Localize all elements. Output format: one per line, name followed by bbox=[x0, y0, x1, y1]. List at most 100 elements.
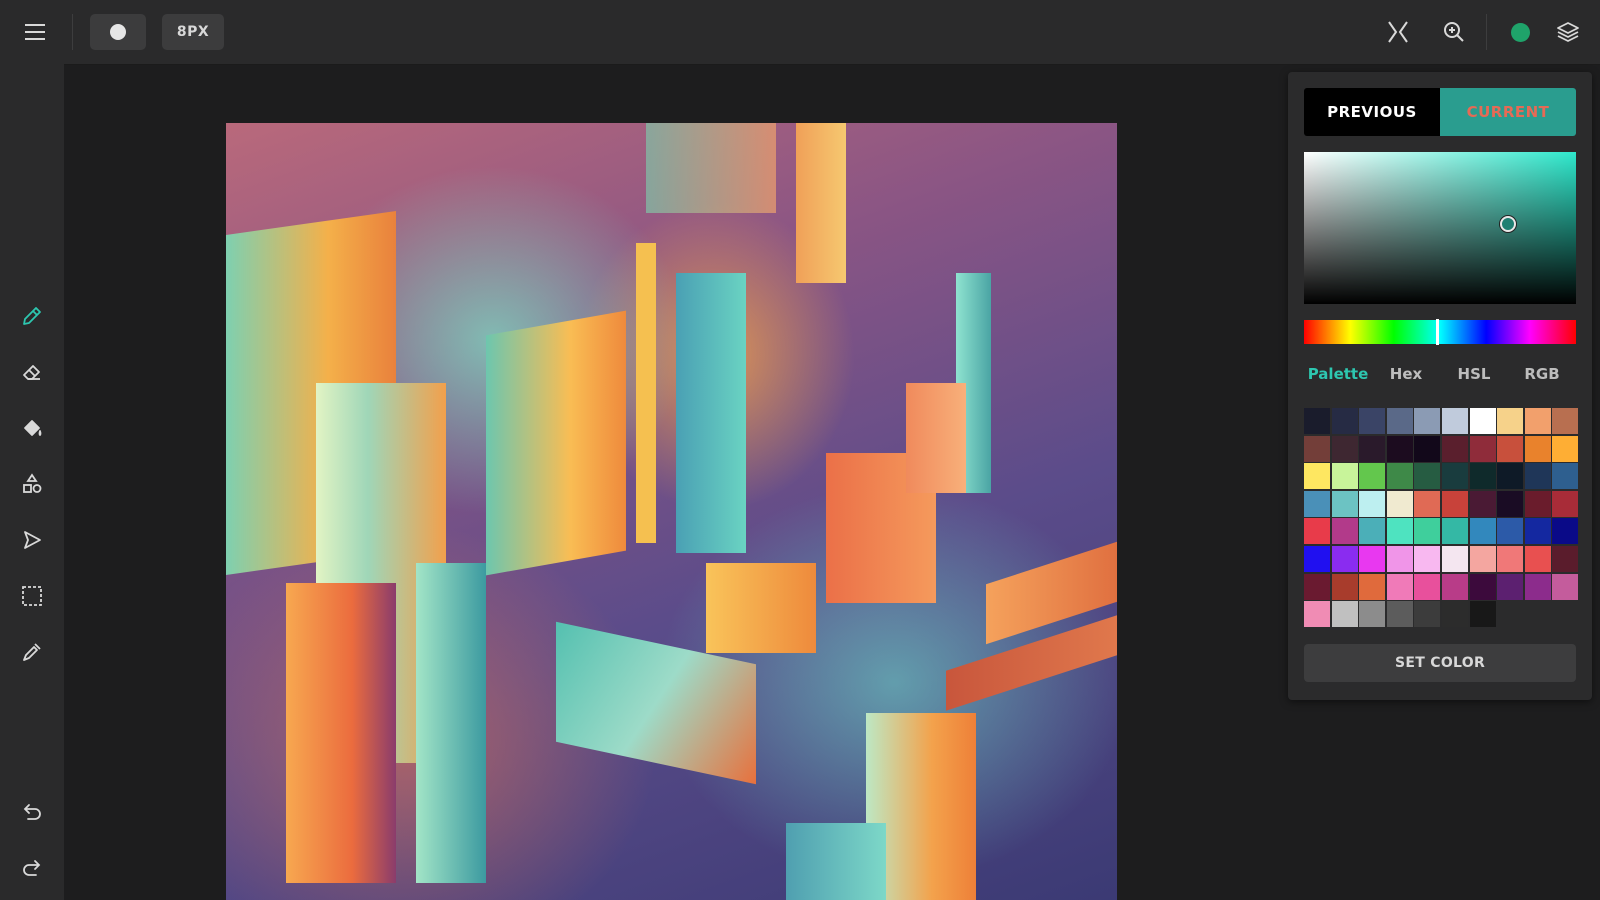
sv-picker-handle[interactable] bbox=[1500, 216, 1516, 232]
current-color-button[interactable] bbox=[1506, 18, 1534, 46]
palette-swatch[interactable] bbox=[1497, 545, 1524, 572]
tab-hsl[interactable]: HSL bbox=[1440, 360, 1508, 388]
palette-swatch[interactable] bbox=[1304, 545, 1330, 572]
palette-swatch[interactable] bbox=[1497, 435, 1524, 462]
palette-swatch[interactable] bbox=[1414, 463, 1441, 490]
palette-swatch[interactable] bbox=[1441, 490, 1468, 517]
palette-swatch[interactable] bbox=[1331, 408, 1358, 434]
palette-swatch[interactable] bbox=[1469, 518, 1496, 545]
zoom-icon[interactable] bbox=[1440, 18, 1468, 46]
eyedropper-icon[interactable] bbox=[16, 636, 48, 668]
palette-swatch[interactable] bbox=[1359, 573, 1386, 600]
palette-swatch[interactable] bbox=[1524, 545, 1551, 572]
palette-swatch[interactable] bbox=[1331, 573, 1358, 600]
palette-swatch[interactable] bbox=[1331, 463, 1358, 490]
palette-swatch[interactable] bbox=[1304, 490, 1330, 517]
mirror-icon[interactable] bbox=[1384, 18, 1412, 46]
palette-swatch[interactable] bbox=[1469, 601, 1496, 628]
line-tool-icon[interactable] bbox=[16, 524, 48, 556]
palette-swatch[interactable] bbox=[1524, 573, 1551, 600]
palette-swatch[interactable] bbox=[1524, 435, 1551, 462]
palette-swatch[interactable] bbox=[1414, 601, 1441, 628]
drawing-canvas[interactable] bbox=[226, 123, 1117, 900]
palette-swatch[interactable] bbox=[1414, 435, 1441, 462]
undo-icon[interactable] bbox=[16, 796, 48, 828]
palette-swatch[interactable] bbox=[1469, 435, 1496, 462]
selection-icon[interactable] bbox=[16, 580, 48, 612]
brush-shape-button[interactable] bbox=[90, 14, 146, 50]
hue-slider-handle[interactable] bbox=[1436, 319, 1439, 345]
eraser-icon[interactable] bbox=[16, 356, 48, 388]
palette-swatch[interactable] bbox=[1552, 573, 1579, 600]
palette-swatch[interactable] bbox=[1359, 408, 1386, 434]
saturation-value-picker[interactable] bbox=[1304, 152, 1576, 304]
palette-swatch[interactable] bbox=[1469, 408, 1496, 434]
palette-swatch[interactable] bbox=[1386, 573, 1413, 600]
pencil-icon[interactable] bbox=[16, 300, 48, 332]
palette-swatch[interactable] bbox=[1331, 518, 1358, 545]
palette-swatch[interactable] bbox=[1414, 518, 1441, 545]
palette-swatch[interactable] bbox=[1497, 463, 1524, 490]
palette-swatch[interactable] bbox=[1524, 463, 1551, 490]
palette-swatch[interactable] bbox=[1304, 463, 1330, 490]
palette-swatch[interactable] bbox=[1497, 518, 1524, 545]
set-color-button[interactable]: SET COLOR bbox=[1304, 644, 1576, 682]
palette-swatch[interactable] bbox=[1386, 408, 1413, 434]
palette-swatch[interactable] bbox=[1497, 573, 1524, 600]
palette-swatch[interactable] bbox=[1469, 573, 1496, 600]
palette-swatch[interactable] bbox=[1386, 601, 1413, 628]
palette-swatch[interactable] bbox=[1469, 545, 1496, 572]
layers-icon[interactable] bbox=[1554, 18, 1582, 46]
palette-swatch[interactable] bbox=[1304, 573, 1330, 600]
palette-swatch[interactable] bbox=[1441, 463, 1468, 490]
palette-swatch[interactable] bbox=[1304, 518, 1330, 545]
palette-swatch[interactable] bbox=[1359, 490, 1386, 517]
palette-swatch[interactable] bbox=[1304, 601, 1330, 628]
fill-bucket-icon[interactable] bbox=[16, 412, 48, 444]
palette-swatch[interactable] bbox=[1524, 518, 1551, 545]
shapes-icon[interactable] bbox=[16, 468, 48, 500]
palette-swatch[interactable] bbox=[1441, 545, 1468, 572]
palette-swatch[interactable] bbox=[1386, 435, 1413, 462]
palette-swatch[interactable] bbox=[1552, 435, 1579, 462]
palette-swatch[interactable] bbox=[1414, 545, 1441, 572]
tab-hex[interactable]: Hex bbox=[1372, 360, 1440, 388]
palette-swatch[interactable] bbox=[1497, 408, 1524, 434]
palette-swatch[interactable] bbox=[1552, 408, 1579, 434]
tab-palette[interactable]: Palette bbox=[1304, 360, 1372, 388]
palette-swatch[interactable] bbox=[1359, 601, 1386, 628]
palette-swatch[interactable] bbox=[1414, 573, 1441, 600]
current-color-button[interactable]: CURRENT bbox=[1440, 88, 1576, 136]
palette-swatch[interactable] bbox=[1441, 435, 1468, 462]
palette-swatch[interactable] bbox=[1552, 490, 1579, 517]
palette-swatch[interactable] bbox=[1524, 490, 1551, 517]
palette-swatch[interactable] bbox=[1414, 408, 1441, 434]
palette-swatch[interactable] bbox=[1414, 490, 1441, 517]
palette-swatch[interactable] bbox=[1331, 435, 1358, 462]
palette-swatch[interactable] bbox=[1441, 573, 1468, 600]
palette-swatch[interactable] bbox=[1331, 601, 1358, 628]
palette-swatch[interactable] bbox=[1386, 463, 1413, 490]
palette-swatch[interactable] bbox=[1552, 545, 1579, 572]
hue-slider[interactable] bbox=[1304, 319, 1576, 345]
tab-rgb[interactable]: RGB bbox=[1508, 360, 1576, 388]
palette-swatch[interactable] bbox=[1304, 435, 1330, 462]
palette-swatch[interactable] bbox=[1524, 408, 1551, 434]
palette-swatch[interactable] bbox=[1386, 545, 1413, 572]
palette-swatch[interactable] bbox=[1469, 490, 1496, 517]
palette-swatch[interactable] bbox=[1359, 463, 1386, 490]
palette-swatch[interactable] bbox=[1552, 518, 1579, 545]
palette-swatch[interactable] bbox=[1441, 408, 1468, 434]
palette-swatch[interactable] bbox=[1331, 490, 1358, 517]
palette-swatch[interactable] bbox=[1497, 490, 1524, 517]
palette-swatch[interactable] bbox=[1386, 490, 1413, 517]
palette-swatch[interactable] bbox=[1331, 545, 1358, 572]
palette-swatch[interactable] bbox=[1552, 463, 1579, 490]
brush-size-button[interactable]: 8PX bbox=[162, 14, 224, 50]
palette-swatch[interactable] bbox=[1304, 408, 1330, 434]
palette-swatch[interactable] bbox=[1441, 518, 1468, 545]
palette-swatch[interactable] bbox=[1386, 518, 1413, 545]
previous-color-button[interactable]: PREVIOUS bbox=[1304, 88, 1440, 136]
palette-swatch[interactable] bbox=[1441, 601, 1468, 628]
redo-icon[interactable] bbox=[16, 852, 48, 884]
